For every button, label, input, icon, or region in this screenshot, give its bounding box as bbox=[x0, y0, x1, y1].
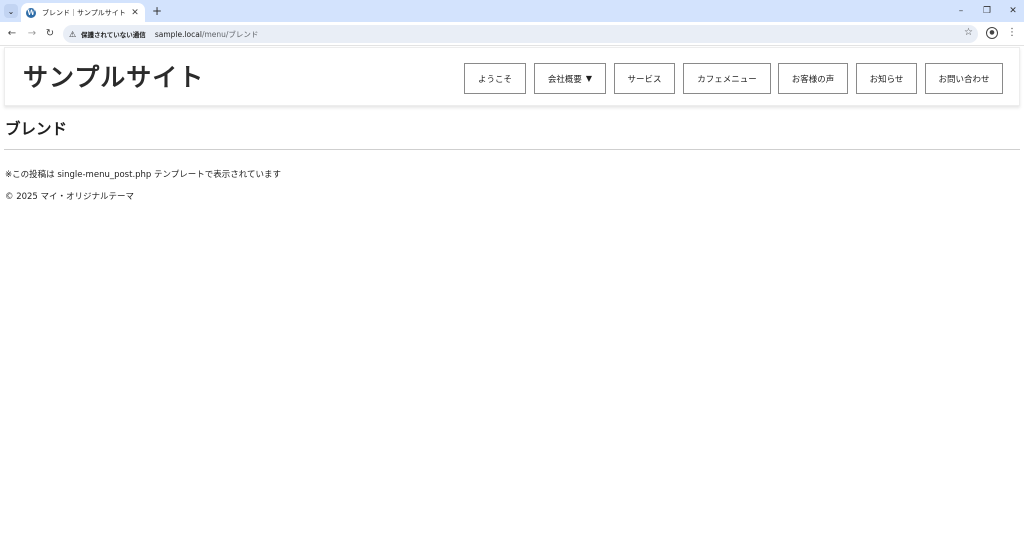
reload-icon[interactable]: ↻ bbox=[42, 26, 58, 42]
address-bar[interactable]: ⚠ 保護されていない通信 sample.local/menu/ブレンド ☆ bbox=[63, 25, 978, 43]
post-title: ブレンド bbox=[5, 120, 68, 138]
security-status-text[interactable]: 保護されていない通信 bbox=[81, 29, 146, 39]
window-close-icon[interactable]: ✕ bbox=[1000, 3, 1024, 19]
url-path: /menu/ブレンド bbox=[201, 29, 259, 39]
nav-item-label: カフェメニュー bbox=[697, 74, 757, 85]
browser-tab[interactable]: W ブレンド｜サンプルサイト ✕ bbox=[21, 3, 145, 22]
nav-item-label: 会社概要 bbox=[547, 74, 582, 85]
nav-item-label: ようこそ bbox=[477, 74, 512, 85]
warning-icon[interactable]: ⚠ bbox=[69, 30, 79, 39]
back-arrow-icon[interactable]: ← bbox=[4, 26, 20, 42]
forward-arrow-icon[interactable]: → bbox=[24, 26, 40, 42]
url-text[interactable]: sample.local/menu/ブレンド bbox=[155, 29, 259, 40]
new-tab-plus-icon[interactable]: + bbox=[150, 3, 164, 19]
nav-item-welcome[interactable]: ようこそ bbox=[464, 63, 526, 94]
site-header: サンプルサイト ようこそ 会社概要 ▼ サービス カフェメニュー お客様の声 お知… bbox=[4, 47, 1020, 106]
footer-copyright: © 2025 マイ・オリジナルテーマ bbox=[5, 192, 135, 202]
nav-item-services[interactable]: サービス bbox=[614, 63, 675, 94]
nav-item-label: お客様の声 bbox=[791, 74, 835, 85]
browser-toolbar: ← → ↻ ⚠ 保護されていない通信 sample.local/menu/ブレン… bbox=[0, 22, 1024, 46]
bookmark-star-icon[interactable]: ☆ bbox=[964, 27, 973, 38]
nav-item-news[interactable]: お知らせ bbox=[856, 63, 917, 94]
profile-icon[interactable]: ● bbox=[986, 27, 998, 39]
window-minimize-icon[interactable]: – bbox=[948, 3, 974, 19]
wordpress-favicon-icon: W bbox=[26, 7, 36, 18]
template-note: ※この投稿は single-menu_post.php テンプレートで表示されて… bbox=[5, 170, 282, 180]
nav-item-label: お知らせ bbox=[869, 74, 904, 85]
tab-close-icon[interactable]: ✕ bbox=[130, 8, 140, 18]
url-host: sample.local bbox=[154, 29, 202, 39]
nav-item-contact[interactable]: お問い合わせ bbox=[925, 63, 1003, 94]
browser-menu-kebab-icon[interactable]: ⋮ bbox=[1006, 26, 1018, 40]
window-restore-icon[interactable]: ❐ bbox=[974, 3, 1000, 19]
site-title[interactable]: サンプルサイト bbox=[23, 63, 204, 93]
nav-item-cafe-menu[interactable]: カフェメニュー bbox=[683, 63, 771, 94]
browser-tabstrip: ⌄ W ブレンド｜サンプルサイト ✕ + – ❐ ✕ bbox=[0, 0, 1024, 22]
nav-item-company[interactable]: 会社概要 ▼ bbox=[534, 63, 606, 94]
nav-item-label: サービス bbox=[627, 74, 662, 85]
caret-down-icon: ▼ bbox=[585, 74, 593, 83]
tab-search-chevron-down-icon[interactable]: ⌄ bbox=[4, 4, 18, 18]
title-divider bbox=[4, 149, 1020, 150]
tab-title: ブレンド｜サンプルサイト bbox=[42, 8, 126, 17]
nav-item-testimonials[interactable]: お客様の声 bbox=[778, 63, 848, 94]
nav-item-label: お問い合わせ bbox=[938, 74, 990, 85]
